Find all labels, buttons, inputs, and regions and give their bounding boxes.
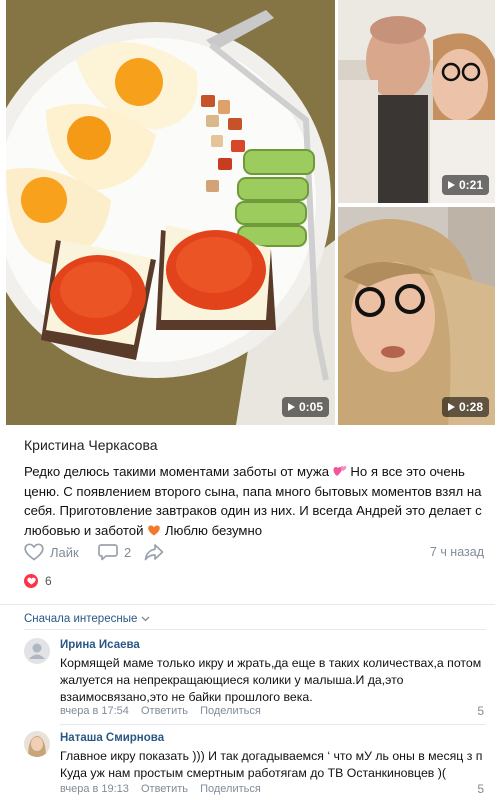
comments-count: 2: [124, 544, 132, 560]
reply-link[interactable]: Ответить: [141, 705, 188, 717]
post-text-line: ценю. С появлением второго сына, папа мн…: [24, 483, 482, 499]
comments-sort-dropdown[interactable]: Сначала интересные: [24, 613, 150, 625]
share-link[interactable]: Поделиться: [200, 705, 261, 717]
comment-likes-count: 5: [477, 782, 484, 796]
like-label: Лайк: [50, 544, 79, 560]
divider: [60, 724, 486, 725]
avatar[interactable]: [24, 638, 50, 664]
post-author-name[interactable]: Кристина Черкасова: [24, 437, 158, 453]
video-duration-badge: 0:05: [281, 397, 329, 417]
user-photo: [24, 731, 50, 757]
comment-author-name[interactable]: Ирина Исаева: [60, 639, 140, 651]
avatar[interactable]: [24, 731, 50, 757]
post-text-line: себя. Приготовление завтраков один из ни…: [24, 503, 482, 518]
share-button[interactable]: [144, 543, 164, 561]
comment-text: Кормящей маме только икру и жрать,да еще…: [60, 656, 482, 704]
video-thumbnail-selfie[interactable]: 0:28: [338, 207, 495, 425]
reactions-count: 6: [45, 574, 52, 588]
like-button[interactable]: Лайк: [24, 543, 79, 561]
orange-heart-icon: [148, 524, 160, 535]
video-thumbnail-couple[interactable]: 0:21: [338, 0, 495, 203]
share-icon: [144, 544, 164, 561]
post-text-line-tail: Но я все это очень: [350, 464, 465, 479]
couple-photo: [338, 0, 495, 203]
sort-label: Сначала интересные: [24, 613, 138, 625]
post-media-grid: 0:05 0:21 0:28: [0, 0, 495, 425]
play-icon: [447, 181, 455, 189]
default-avatar-icon: [24, 638, 50, 664]
heart-outline-icon: [24, 543, 44, 561]
video-thumbnail-breakfast[interactable]: 0:05: [6, 0, 335, 425]
post-text-line-tail: Люблю безумно: [164, 522, 263, 538]
share-link[interactable]: Поделиться: [200, 783, 261, 795]
chevron-down-icon: [141, 616, 150, 622]
video-duration-badge: 0:21: [441, 175, 489, 195]
comment-author-name[interactable]: Наташа Смирнова: [60, 732, 164, 744]
comment-text: Главное икру показать ))) И так догадыва…: [60, 749, 483, 780]
post-time[interactable]: 7 ч назад: [430, 545, 484, 559]
comment-item: Ирина Исаева Кормящей маме только икру и…: [24, 638, 486, 725]
comment-item: Наташа Смирнова Главное икру показать ))…: [24, 731, 486, 803]
post-text-line: любовью и заботой: [24, 522, 144, 538]
comment-date[interactable]: вчера в 19:13: [60, 783, 129, 795]
comment-meta: вчера в 19:13 Ответить Поделиться: [60, 783, 261, 795]
divider: [24, 629, 486, 630]
comment-like-button[interactable]: 5: [477, 704, 484, 718]
play-icon: [287, 403, 295, 411]
post-text: Редко делюсь такими моментами заботы от …: [24, 462, 484, 540]
post-actions-bar: Лайк 2 7 ч назад: [24, 543, 484, 563]
comments-button[interactable]: 2: [98, 543, 131, 561]
two-hearts-icon: [333, 466, 347, 476]
heart-reaction-icon: [24, 574, 38, 588]
comment-meta: вчера в 17:54 Ответить Поделиться: [60, 705, 261, 717]
comment-like-button[interactable]: 5: [477, 782, 484, 796]
reply-link[interactable]: Ответить: [141, 783, 188, 795]
breakfast-photo: [6, 0, 335, 425]
selfie-photo: [338, 207, 495, 425]
comment-icon: [98, 544, 118, 561]
video-duration-badge: 0:28: [441, 397, 489, 417]
reactions-summary[interactable]: 6: [24, 574, 52, 588]
comment-likes-count: 5: [477, 704, 484, 718]
play-icon: [447, 403, 455, 411]
comment-date[interactable]: вчера в 17:54: [60, 705, 129, 717]
divider: [0, 604, 495, 605]
post-text-line: Редко делюсь такими моментами заботы от …: [24, 464, 330, 479]
